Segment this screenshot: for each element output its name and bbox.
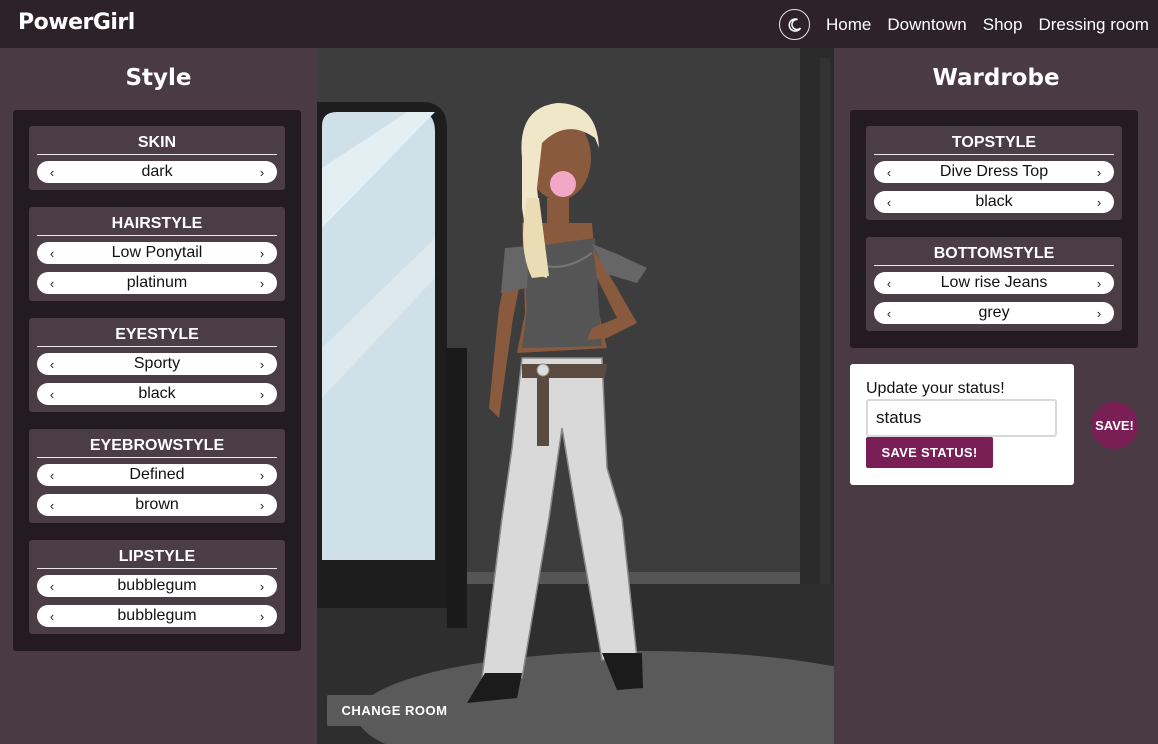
eyebrow-color-value: brown bbox=[135, 496, 179, 513]
avatar-figure bbox=[467, 103, 647, 703]
chevron-left-icon[interactable]: ‹ bbox=[47, 246, 57, 261]
chevron-right-icon[interactable]: › bbox=[257, 387, 267, 402]
topstyle-group: TOPSTYLE ‹ Dive Dress Top › ‹ black › bbox=[866, 126, 1122, 220]
nav-dressing-room[interactable]: Dressing room bbox=[1038, 15, 1149, 35]
divider bbox=[37, 235, 277, 236]
chevron-right-icon[interactable]: › bbox=[257, 498, 267, 513]
bottomstyle-group: BOTTOMSTYLE ‹ Low rise Jeans › ‹ grey › bbox=[866, 237, 1122, 331]
chevron-right-icon[interactable]: › bbox=[1094, 306, 1104, 321]
status-label: Update your status! bbox=[866, 380, 1005, 397]
eyestyle-title: EYESTYLE bbox=[115, 326, 199, 343]
bottomstyle-selector: ‹ Low rise Jeans › bbox=[874, 272, 1114, 294]
divider bbox=[874, 154, 1114, 155]
divider bbox=[37, 457, 277, 458]
nav-downtown[interactable]: Downtown bbox=[887, 15, 966, 35]
eyestyle-group: EYESTYLE ‹ Sporty › ‹ black › bbox=[29, 318, 285, 412]
divider bbox=[37, 568, 277, 569]
hairstyle-group: HAIRSTYLE ‹ Low Ponytail › ‹ platinum › bbox=[29, 207, 285, 301]
topstyle-selector: ‹ Dive Dress Top › bbox=[874, 161, 1114, 183]
chevron-left-icon[interactable]: ‹ bbox=[47, 468, 57, 483]
chevron-right-icon[interactable]: › bbox=[1094, 276, 1104, 291]
chevron-right-icon[interactable]: › bbox=[257, 579, 267, 594]
eyebrowstyle-title: EYEBROWSTYLE bbox=[89, 437, 225, 454]
chevron-right-icon[interactable]: › bbox=[257, 165, 267, 180]
bottom-color-value: grey bbox=[978, 304, 1010, 321]
chevron-right-icon[interactable]: › bbox=[1094, 195, 1104, 210]
chevron-right-icon[interactable]: › bbox=[257, 357, 267, 372]
lipstyle-group: LIPSTYLE ‹ bubblegum › ‹ bubblegum › bbox=[29, 540, 285, 634]
skin-selector: ‹ dark › bbox=[37, 161, 277, 183]
save-button[interactable]: SAVE! bbox=[1091, 402, 1138, 449]
chevron-left-icon[interactable]: ‹ bbox=[884, 165, 894, 180]
topstyle-value: Dive Dress Top bbox=[939, 163, 1049, 180]
top-color-selector: ‹ black › bbox=[874, 191, 1114, 213]
eyestyle-selector: ‹ Sporty › bbox=[37, 353, 277, 375]
hairstyle-title: HAIRSTYLE bbox=[111, 215, 203, 232]
moon-icon bbox=[788, 17, 801, 32]
lip-color-value: bubblegum bbox=[117, 607, 197, 624]
eyebrowstyle-selector: ‹ Defined › bbox=[37, 464, 277, 486]
chevron-left-icon[interactable]: ‹ bbox=[884, 276, 894, 291]
chevron-right-icon[interactable]: › bbox=[1094, 165, 1104, 180]
chevron-left-icon[interactable]: ‹ bbox=[47, 276, 57, 291]
hairstyle-value: Low Ponytail bbox=[111, 244, 203, 261]
bottom-color-selector: ‹ grey › bbox=[874, 302, 1114, 324]
eyebrowstyle-value: Defined bbox=[129, 466, 185, 483]
status-input[interactable] bbox=[866, 399, 1057, 437]
chevron-left-icon[interactable]: ‹ bbox=[47, 357, 57, 372]
main-nav: Home Downtown Shop Dressing room bbox=[826, 15, 1149, 35]
skin-value: dark bbox=[141, 163, 173, 180]
change-room-button[interactable]: CHANGE ROOM bbox=[327, 695, 462, 726]
style-panel: Style SKIN ‹ dark › HAIRSTYLE ‹ Low Pony… bbox=[0, 48, 317, 744]
chevron-right-icon[interactable]: › bbox=[257, 468, 267, 483]
divider bbox=[874, 265, 1114, 266]
chevron-left-icon[interactable]: ‹ bbox=[47, 165, 57, 180]
eyestyle-value: Sporty bbox=[133, 355, 181, 372]
eye-color-value: black bbox=[138, 385, 176, 402]
top-navbar: PowerGirl Home Downtown Shop Dressing ro… bbox=[0, 0, 1158, 48]
chevron-left-icon[interactable]: ‹ bbox=[884, 306, 894, 321]
lipstyle-value: bubblegum bbox=[117, 577, 197, 594]
chevron-right-icon[interactable]: › bbox=[257, 246, 267, 261]
brand-logo[interactable]: PowerGirl bbox=[18, 10, 135, 35]
eyebrowstyle-group: EYEBROWSTYLE ‹ Defined › ‹ brown › bbox=[29, 429, 285, 523]
chevron-left-icon[interactable]: ‹ bbox=[884, 195, 894, 210]
divider bbox=[37, 154, 277, 155]
nav-home[interactable]: Home bbox=[826, 15, 871, 35]
eye-color-selector: ‹ black › bbox=[37, 383, 277, 405]
wardrobe-title: Wardrobe bbox=[932, 65, 1060, 91]
chevron-right-icon[interactable]: › bbox=[257, 276, 267, 291]
bottomstyle-title: BOTTOMSTYLE bbox=[933, 245, 1055, 262]
lipstyle-selector: ‹ bubblegum › bbox=[37, 575, 277, 597]
top-color-value: black bbox=[975, 193, 1013, 210]
style-box: SKIN ‹ dark › HAIRSTYLE ‹ Low Ponytail ›… bbox=[13, 110, 301, 651]
lip-color-selector: ‹ bubblegum › bbox=[37, 605, 277, 627]
save-status-button[interactable]: SAVE STATUS! bbox=[866, 437, 993, 468]
hairstyle-selector: ‹ Low Ponytail › bbox=[37, 242, 277, 264]
hair-color-selector: ‹ platinum › bbox=[37, 272, 277, 294]
lipstyle-title: LIPSTYLE bbox=[118, 548, 196, 565]
chevron-left-icon[interactable]: ‹ bbox=[47, 579, 57, 594]
chevron-left-icon[interactable]: ‹ bbox=[47, 498, 57, 513]
topstyle-title: TOPSTYLE bbox=[951, 134, 1037, 151]
chevron-right-icon[interactable]: › bbox=[257, 609, 267, 624]
hair-color-value: platinum bbox=[126, 274, 188, 291]
style-title: Style bbox=[125, 65, 192, 91]
bottomstyle-value: Low rise Jeans bbox=[940, 274, 1048, 291]
status-card: Update your status! SAVE STATUS! bbox=[850, 364, 1074, 485]
chevron-left-icon[interactable]: ‹ bbox=[47, 387, 57, 402]
wardrobe-box: TOPSTYLE ‹ Dive Dress Top › ‹ black › BO… bbox=[850, 110, 1138, 348]
dressing-room-scene: CHANGE ROOM bbox=[317, 48, 834, 744]
chevron-left-icon[interactable]: ‹ bbox=[47, 609, 57, 624]
skin-group: SKIN ‹ dark › bbox=[29, 126, 285, 190]
divider bbox=[37, 346, 277, 347]
theme-toggle-button[interactable] bbox=[779, 9, 810, 40]
nav-shop[interactable]: Shop bbox=[983, 15, 1023, 35]
skin-title: SKIN bbox=[137, 134, 177, 151]
eyebrow-color-selector: ‹ brown › bbox=[37, 494, 277, 516]
